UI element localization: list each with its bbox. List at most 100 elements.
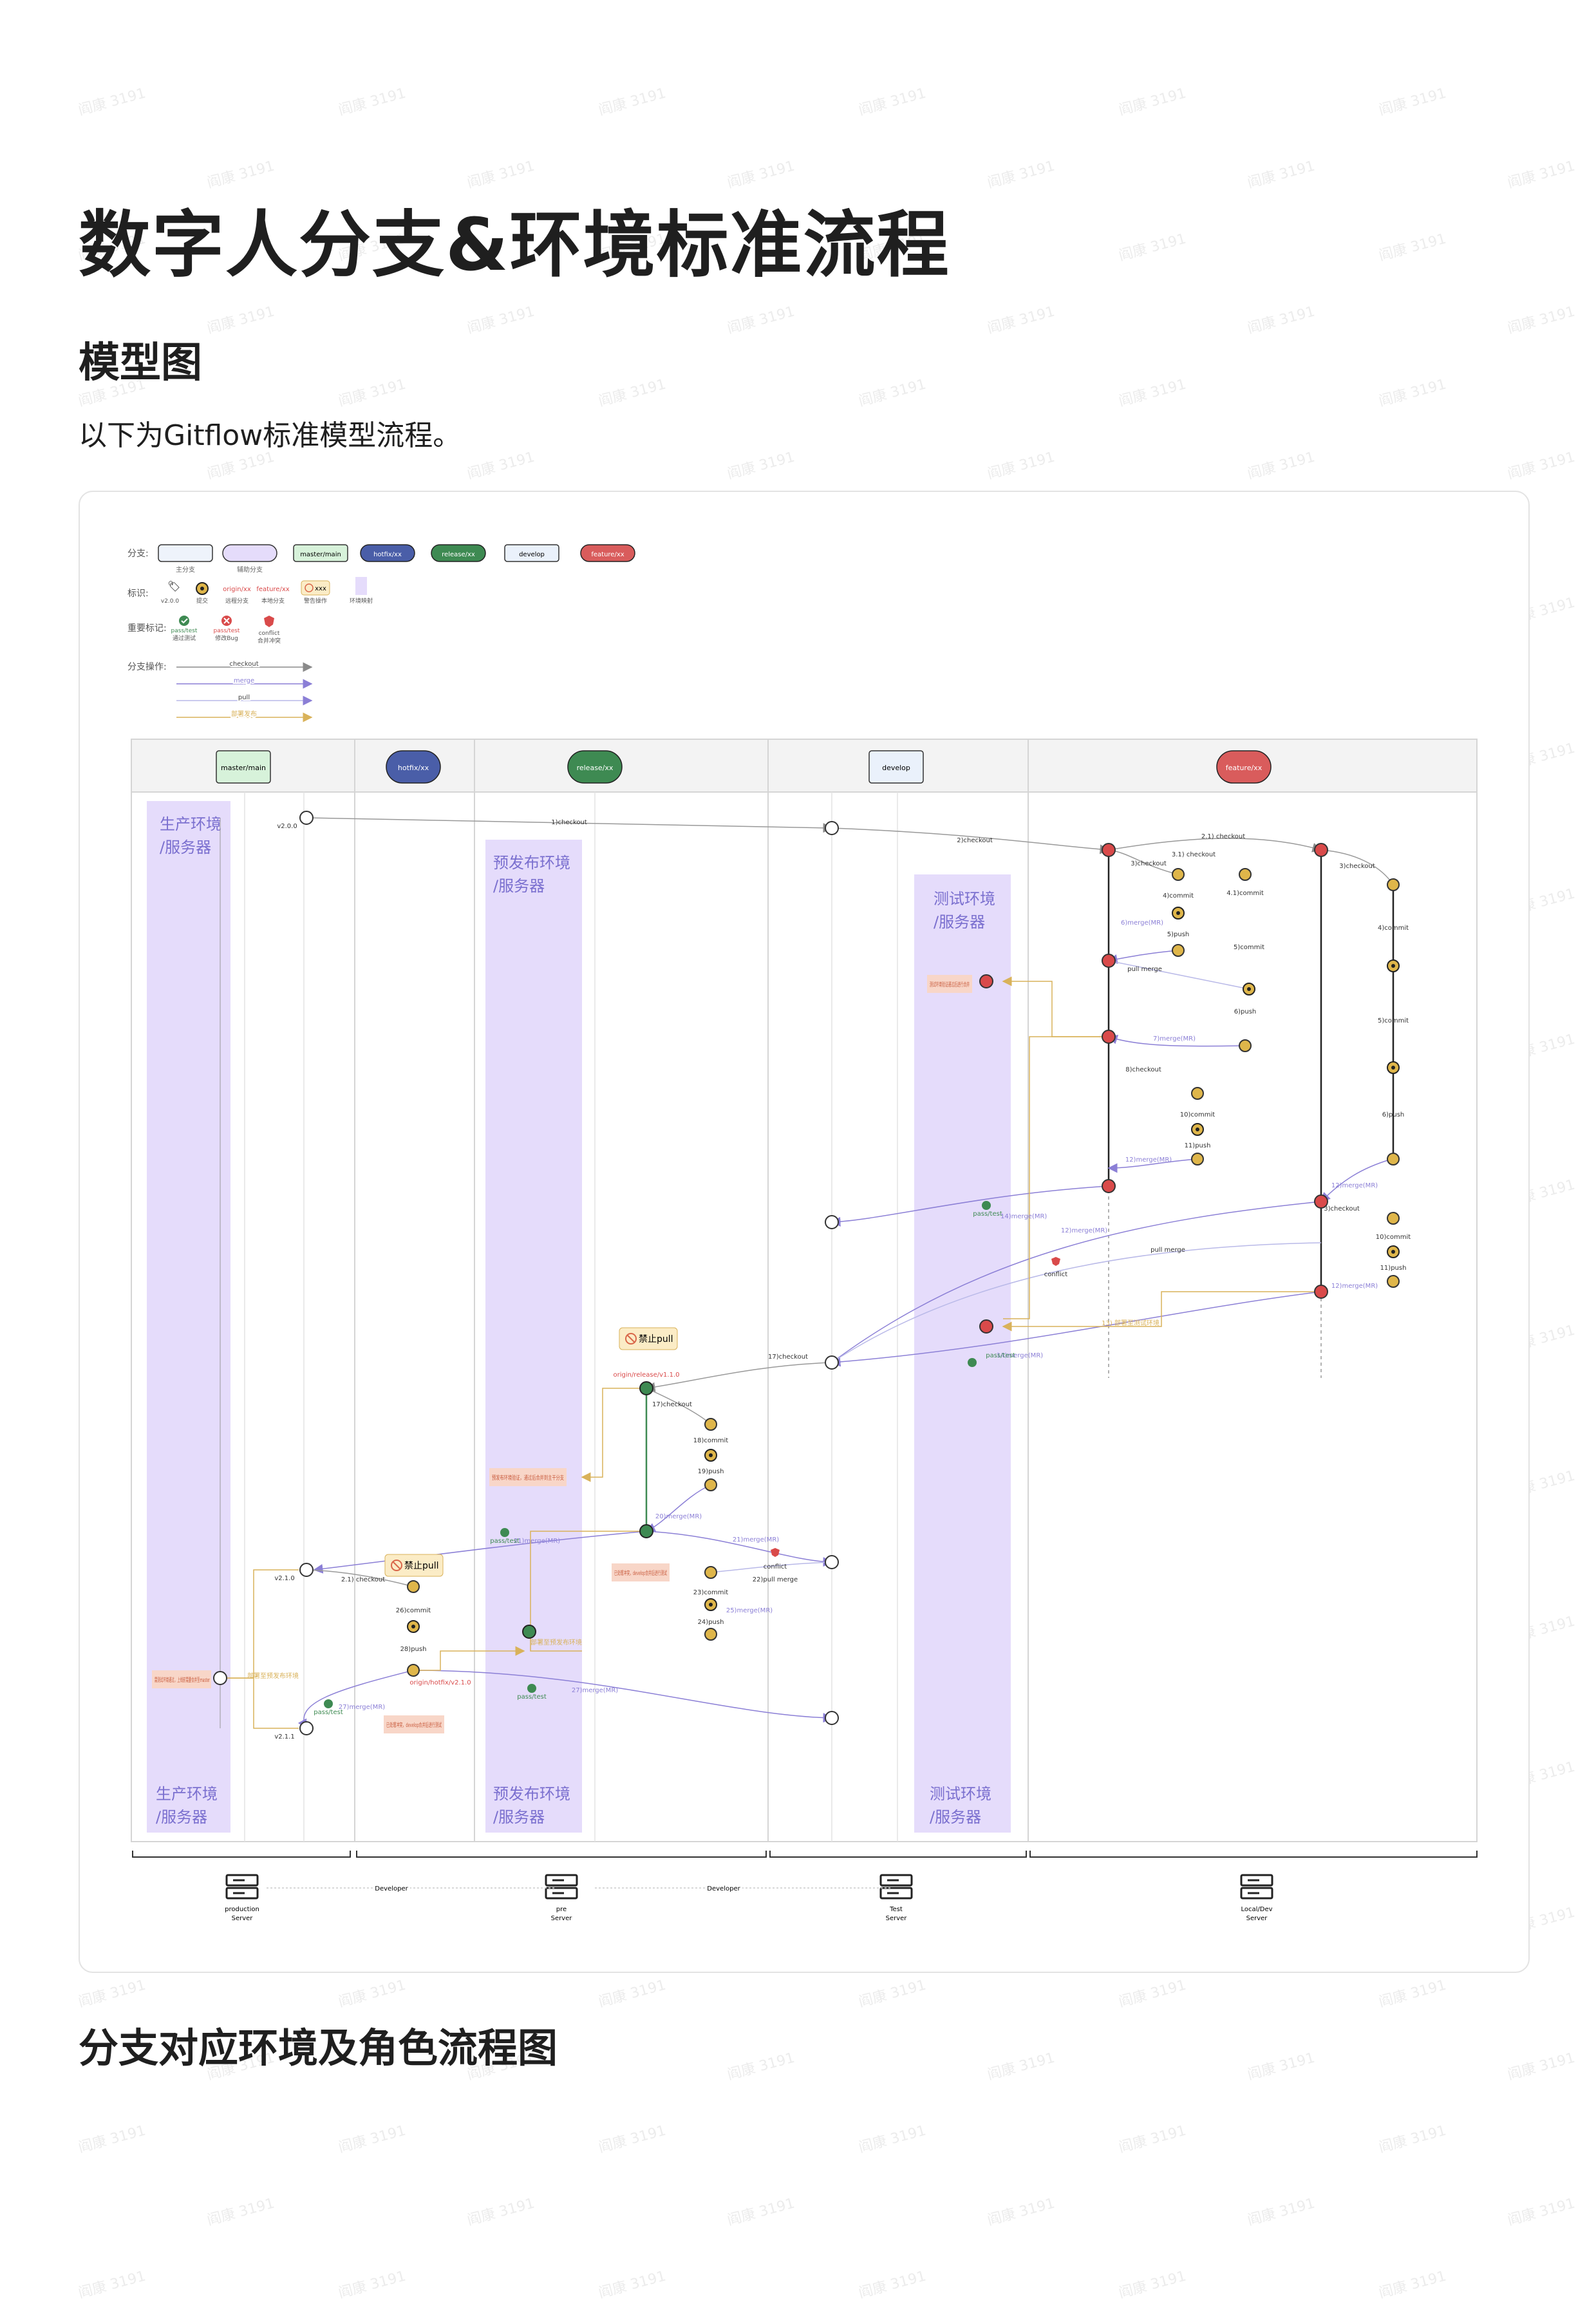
node-develop-2 <box>825 1355 839 1370</box>
legend-important-conflict: conflict <box>259 630 280 637</box>
op-label-28b: 27)merge(MR) <box>572 1687 618 1694</box>
op-label-24: 24)push <box>698 1619 724 1626</box>
op-label-pass-4: pass/test <box>517 1693 547 1701</box>
legend-master-label: master/main <box>300 551 341 558</box>
server-sub: Server <box>232 1915 254 1922</box>
node-fa-push-1 <box>1172 944 1185 957</box>
watermark-text: 阎康 3191 <box>1117 1977 1188 2011</box>
server-footer: productionServerpreServerTestServerLocal… <box>132 1851 1478 1922</box>
node-fc-local <box>1387 878 1400 891</box>
node-develop-1 <box>825 1215 839 1229</box>
op-label-2: 2)checkout <box>957 837 993 844</box>
op-label-17: 17)checkout <box>768 1354 808 1361</box>
header-master-label: master/main <box>221 764 266 772</box>
watermark-text: 阎康 3191 <box>77 2268 148 2302</box>
watermark-text: 阎康 3191 <box>726 2195 797 2229</box>
node-feature-b-1 <box>1314 843 1328 857</box>
legend-op-checkout: checkout <box>229 661 258 668</box>
watermark-text: 阎康 3191 <box>986 158 1057 192</box>
header-develop-label: develop <box>882 764 910 772</box>
watermark-text: 阎康 3191 <box>1377 2268 1449 2302</box>
watermark-text: 阎康 3191 <box>1377 231 1449 265</box>
op-label-31: 3.1) checkout <box>1172 851 1216 858</box>
watermark-text: 阎康 3191 <box>726 449 797 483</box>
watermark-text: 阎康 3191 <box>857 2268 928 2302</box>
brace-test <box>769 1851 1027 1858</box>
watermark-text: 阎康 3191 <box>337 2122 408 2156</box>
node-master-start <box>299 811 314 825</box>
op-label-checkout-b: 3)checkout <box>1324 1205 1360 1212</box>
node-feature-a-4 <box>1102 1179 1116 1193</box>
watermark-text: 阎康 3191 <box>1246 2050 1317 2084</box>
watermark-text: 阎康 3191 <box>597 1977 668 2011</box>
watermark-text: 阎康 3191 <box>1506 158 1577 192</box>
node-fc-merge-dev <box>1387 1212 1400 1225</box>
node-feature-a-1 <box>1102 843 1116 857</box>
watermark-text: 阎康 3191 <box>205 2195 277 2229</box>
op-label-v210: v2.1.0 <box>274 1575 294 1582</box>
legend-important-bug-desc: 修改Bug <box>215 634 238 642</box>
watermark-text: 阎康 3191 <box>597 2122 668 2156</box>
op-label-17b: 17)checkout <box>652 1401 692 1408</box>
server-icon-0: production Server <box>225 1874 259 1922</box>
server-name: production <box>225 1906 259 1913</box>
watermark-text: 阎康 3191 <box>1506 2050 1577 2084</box>
legend-op-merge: merge <box>234 677 254 684</box>
env-prod-top-1: 生产环境 <box>160 815 221 833</box>
op-label-18: 18)commit <box>693 1437 729 1444</box>
op-label-3b: 3)checkout <box>1339 863 1375 870</box>
gitflow-diagram-card: 分支: 主分支 辅助分支 master/main hotfix/xx relea… <box>79 491 1530 1973</box>
watermark-text: 阎康 3191 <box>597 376 668 410</box>
brace-dev <box>1029 1851 1478 1858</box>
server-sub: Server <box>886 1915 908 1922</box>
node-hotfix-commit-dot <box>411 1625 415 1628</box>
legend-marker-remote: 远程分支 <box>225 597 249 605</box>
watermark-text: 阎康 3191 <box>337 376 408 410</box>
op-label-pass-3: pass/test <box>490 1538 520 1545</box>
node-master-2 <box>299 1563 314 1577</box>
env-prod-bottom-2: /服务器 <box>156 1808 207 1826</box>
watermark-text: 阎康 3191 <box>337 1977 408 2011</box>
server-name: pre <box>556 1906 567 1913</box>
page-title: 数字人分支&环境标准流程 <box>79 203 950 287</box>
section-heading-roles: 分支对应环境及角色流程图 <box>79 2024 558 2071</box>
watermark-text: 阎康 3191 <box>1246 303 1317 337</box>
watermark-text: 阎康 3191 <box>857 2122 928 2156</box>
gitflow-diagram: 分支: 主分支 辅助分支 master/main hotfix/xx relea… <box>127 544 1478 1922</box>
watermark-text: 阎康 3191 <box>77 85 148 119</box>
legend-env-swatch <box>355 577 367 595</box>
op-label-41b: 4)commit <box>1378 925 1409 932</box>
watermark-text: 阎康 3191 <box>337 2268 408 2302</box>
node-rb-push <box>704 1478 717 1491</box>
node-pass-3 <box>500 1528 509 1537</box>
op-label-61: 6)push <box>1234 1008 1257 1015</box>
env-test-top-2: /服务器 <box>934 913 985 931</box>
node-master-3 <box>299 1721 314 1735</box>
node-rb-commit-2-dot <box>709 1603 713 1607</box>
env-prod-top-2: /服务器 <box>160 838 211 856</box>
node-rb-commit-dot <box>709 1453 713 1457</box>
node-release-3 <box>522 1625 536 1639</box>
op-label-pull-merge-2: pull merge <box>1150 1247 1185 1254</box>
header-release-label: release/xx <box>577 764 614 772</box>
legend-feature-label: feature/xx <box>591 551 624 558</box>
op-label-19: 19)push <box>698 1468 724 1475</box>
check-icon <box>179 616 189 626</box>
watermark-text: 阎康 3191 <box>1377 376 1449 410</box>
node-feature-a-2 <box>1102 954 1116 968</box>
legend-hotfix-label: hotfix/xx <box>373 551 402 558</box>
legend-develop-label: develop <box>519 551 545 558</box>
legend-marker-warning: 警告操作 <box>304 597 327 605</box>
watermark-text: 阎康 3191 <box>1377 2122 1449 2156</box>
header-hotfix-label: hotfix/xx <box>398 764 429 772</box>
node-pass-2 <box>968 1358 977 1367</box>
op-label-27: 27)merge(MR) <box>339 1704 385 1711</box>
node-pass-5 <box>324 1699 333 1708</box>
legend-marker-local: 本地分支 <box>261 597 285 605</box>
legend-op-deploy: 部署发布 <box>231 710 257 718</box>
legend-important-conflict-desc: 合并冲突 <box>258 637 281 645</box>
node-fc-commit-2-dot <box>1391 1066 1395 1070</box>
env-pre-top-1: 预发布环境 <box>493 854 570 872</box>
watermark-text: 阎康 3191 <box>1117 85 1188 119</box>
watermark-text: 阎康 3191 <box>77 2122 148 2156</box>
